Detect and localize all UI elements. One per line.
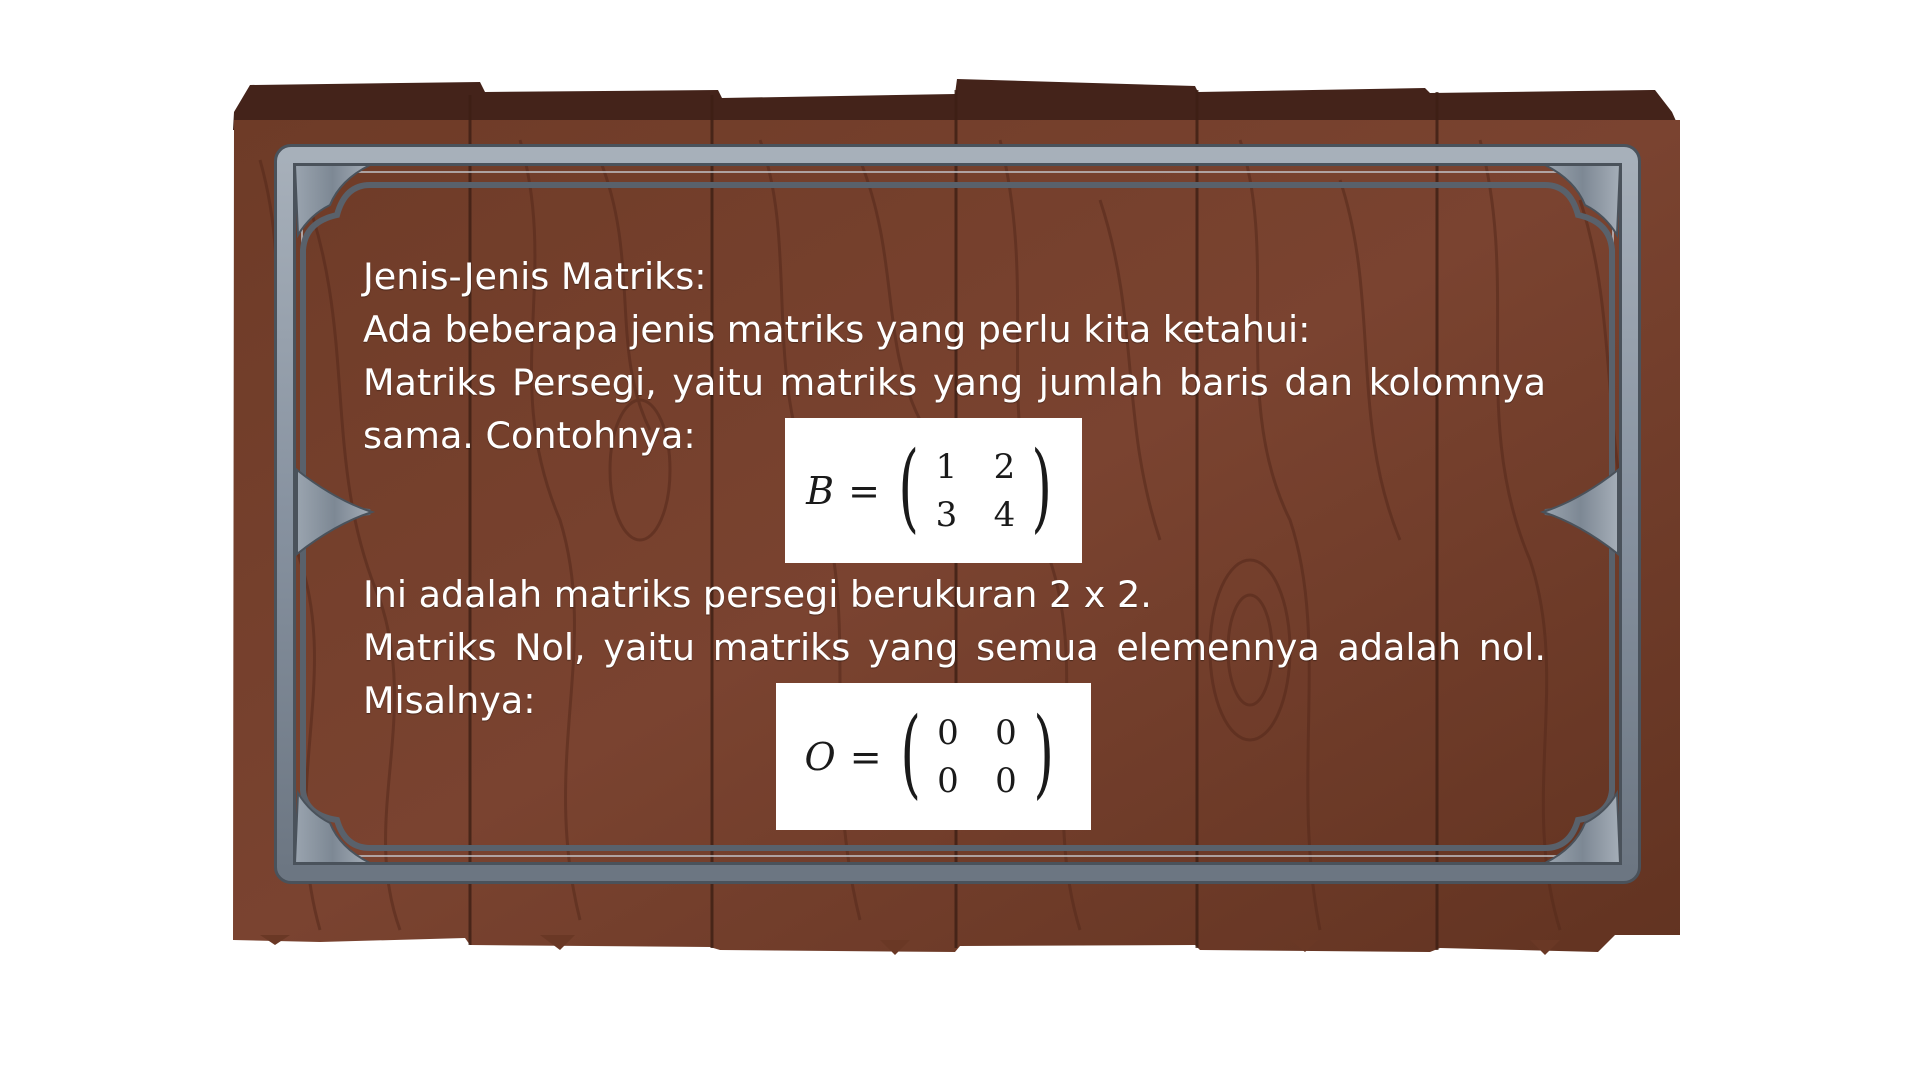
matrix-o-grid: 0 0 0 0 bbox=[929, 711, 1025, 803]
matrix-b-cell: 1 bbox=[935, 446, 958, 487]
persegi-size-note: Ini adalah matriks persegi berukuran 2 x… bbox=[363, 573, 1152, 616]
matrix-b-name: B bbox=[806, 468, 835, 513]
matrix-b-left-paren: ( bbox=[898, 430, 919, 543]
matrix-o-name: O bbox=[804, 734, 836, 779]
matrix-b-cell: 4 bbox=[993, 494, 1016, 535]
matrix-b-grid: 1 2 3 4 bbox=[927, 445, 1023, 537]
slide: Jenis-Jenis Matriks: Ada beberapa jenis … bbox=[0, 0, 1920, 1080]
matrix-o-cell: 0 bbox=[995, 712, 1017, 753]
matrix-b-image: B = ( 1 2 3 4 ) bbox=[785, 418, 1082, 563]
matrix-b-right-paren: ) bbox=[1031, 430, 1053, 543]
matrix-o-cell: 0 bbox=[937, 760, 959, 801]
matrix-b-cell: 3 bbox=[935, 494, 958, 535]
heading-jenis-matriks: Jenis-Jenis Matriks: bbox=[363, 255, 707, 298]
matrix-o-equals: = bbox=[849, 734, 882, 779]
matrix-o-image: O = ( 0 0 0 0 ) bbox=[776, 683, 1091, 830]
nol-definition: Matriks Nol, yaitu matriks yang semua el… bbox=[363, 626, 1546, 669]
matrix-o-cell: 0 bbox=[995, 760, 1017, 801]
matrix-b-formula: B = ( 1 2 3 4 ) bbox=[806, 439, 1061, 537]
matrix-o-formula: O = ( 0 0 0 0 ) bbox=[804, 705, 1063, 803]
matrix-o-right-paren: ) bbox=[1033, 696, 1055, 809]
persegi-definition: Matriks Persegi, yaitu matriks yang juml… bbox=[363, 361, 1546, 404]
intro-line: Ada beberapa jenis matriks yang perlu ki… bbox=[363, 308, 1311, 351]
matrix-b-cell: 2 bbox=[993, 446, 1016, 487]
matrix-o-left-paren: ( bbox=[899, 696, 921, 809]
matrix-b-equals: = bbox=[848, 468, 880, 513]
matrix-o-cell: 0 bbox=[937, 712, 959, 753]
